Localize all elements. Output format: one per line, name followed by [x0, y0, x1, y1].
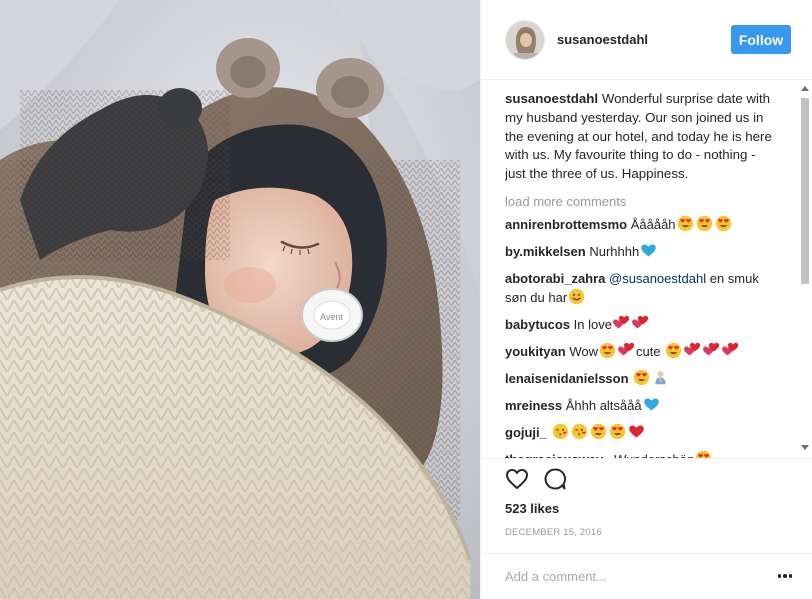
blue-heart-emoji-icon — [643, 396, 660, 418]
comment-item: youkityan Wow cute — [505, 342, 779, 364]
comment-username[interactable]: lenaisenidanielsson — [505, 371, 629, 386]
heart-eyes-emoji-icon — [715, 215, 732, 237]
heart-eyes-emoji-icon — [609, 423, 626, 445]
comment-text: Åååååh — [630, 216, 676, 232]
person-praying-emoji-icon — [652, 369, 669, 391]
post-photo[interactable]: Avent — [0, 0, 480, 599]
comment-username[interactable]: annirenbrottemsmo — [505, 217, 627, 232]
caption-username[interactable]: susanoestdahl — [505, 91, 598, 106]
comment-item: mreiness Åhhh altsååå — [505, 396, 779, 418]
comment-item: lenaisenidanielsson — [505, 369, 779, 391]
comment-text: Åhhh altsååå — [565, 397, 642, 413]
two-hearts-emoji-icon — [613, 315, 630, 337]
instagram-post: Avent susanoestdahl Follow susanoestdahl… — [0, 0, 812, 599]
two-hearts-emoji-icon — [632, 315, 649, 337]
kiss-emoji-icon — [552, 423, 569, 445]
comment-container: annirenbrottemsmo Åååååh by.mikkelsen Nu… — [505, 215, 779, 458]
comment-username[interactable]: youkityan — [505, 344, 566, 359]
comment-item: thegraciousway_ Wunderschön — [505, 450, 779, 458]
scroll-down-arrow-icon[interactable] — [801, 445, 809, 450]
post-date[interactable]: DECEMBER 15, 2016 — [505, 527, 602, 538]
comment-username[interactable]: mreiness — [505, 398, 562, 413]
heart-eyes-emoji-icon — [677, 215, 694, 237]
blue-heart-emoji-icon — [640, 242, 657, 264]
post-header: susanoestdahl Follow — [481, 0, 812, 80]
scrollbar-thumb[interactable] — [801, 98, 809, 284]
add-comment-input[interactable] — [505, 566, 755, 586]
comment-username[interactable]: by.mikkelsen — [505, 244, 586, 259]
heart-eyes-emoji-icon — [599, 342, 616, 364]
action-icons — [505, 467, 567, 496]
likes-count[interactable]: 523 likes — [505, 501, 559, 516]
comments-list[interactable]: susanoestdahl Wonderful surprise date wi… — [505, 90, 779, 458]
kiss-emoji-icon — [571, 423, 588, 445]
red-heart-emoji-icon — [628, 423, 645, 445]
follow-button[interactable]: Follow — [731, 25, 791, 54]
more-options-icon[interactable] — [776, 566, 794, 586]
two-hearts-emoji-icon — [684, 342, 701, 364]
load-more-comments-link[interactable]: load more comments — [505, 192, 779, 211]
comment-username[interactable]: abotorabi_zahra — [505, 271, 605, 286]
heart-icon[interactable] — [505, 467, 529, 496]
comment-item: annirenbrottemsmo Åååååh — [505, 215, 779, 237]
heart-eyes-emoji-icon — [695, 450, 712, 458]
heart-eyes-emoji-icon — [590, 423, 607, 445]
comment-username[interactable]: gojuji_ — [505, 425, 547, 440]
comment-text: Nurhhhh — [589, 243, 640, 259]
pacifier-brand-text: Avent — [320, 312, 343, 322]
comment-item: gojuji_ — [505, 423, 779, 445]
comment-text-continued: cute — [635, 343, 661, 359]
post-side-panel: susanoestdahl Follow susanoestdahl Wonde… — [480, 0, 812, 599]
scroll-up-arrow-icon[interactable] — [801, 86, 809, 91]
comment-icon[interactable] — [543, 467, 567, 496]
comment-username[interactable]: babytucos — [505, 317, 570, 332]
heart-eyes-emoji-icon — [665, 342, 682, 364]
avatar[interactable] — [505, 19, 545, 60]
two-hearts-emoji-icon — [722, 342, 739, 364]
smile-emoji-icon — [568, 288, 585, 310]
comments-scrollbar[interactable] — [798, 80, 812, 456]
comment-item: abotorabi_zahra @susanoestdahl en smuk s… — [505, 269, 779, 310]
add-comment-bar — [481, 553, 812, 599]
comment-text: In love — [573, 316, 612, 332]
heart-eyes-emoji-icon — [633, 369, 650, 391]
two-hearts-emoji-icon — [618, 342, 635, 364]
comment-item: babytucos In love — [505, 315, 779, 337]
two-hearts-emoji-icon — [703, 342, 720, 364]
comment-mention[interactable]: @susanoestdahl — [609, 271, 706, 286]
heart-eyes-emoji-icon — [696, 215, 713, 237]
post-caption: susanoestdahl Wonderful surprise date wi… — [505, 90, 779, 184]
comment-text: Wow — [569, 343, 598, 359]
comment-item: by.mikkelsen Nurhhhh — [505, 242, 779, 264]
header-username[interactable]: susanoestdahl — [557, 32, 648, 47]
